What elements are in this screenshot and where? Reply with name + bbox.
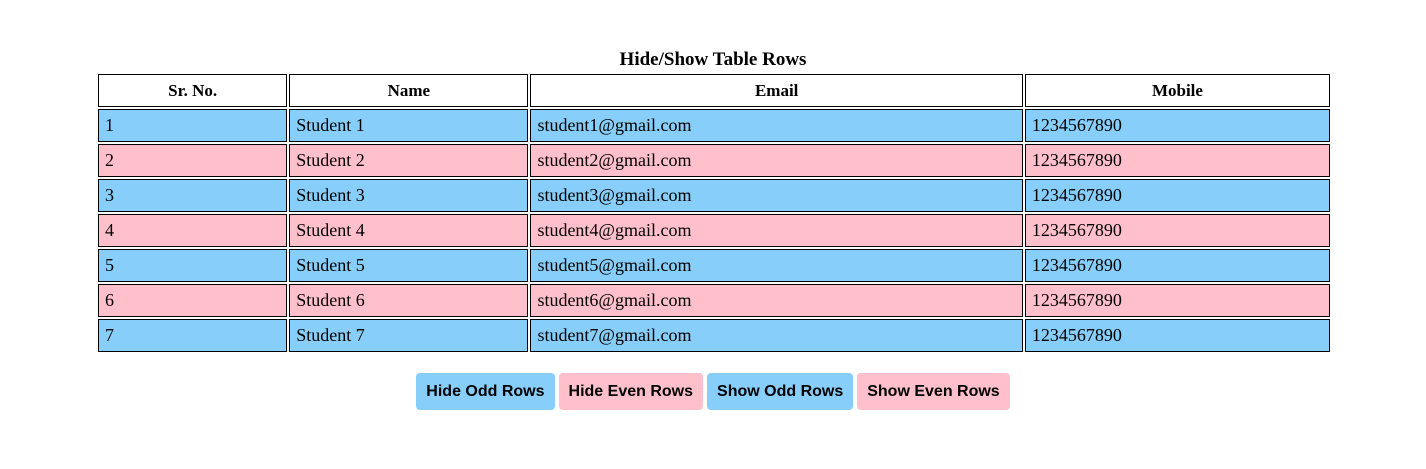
cell-sr-no: 6 [98,284,288,317]
cell-name: Student 3 [289,179,529,212]
cell-email: student2@gmail.com [530,144,1023,177]
cell-name: Student 7 [289,319,529,352]
header-email: Email [530,74,1023,107]
cell-email: student7@gmail.com [530,319,1023,352]
cell-sr-no: 4 [98,214,288,247]
button-bar: Hide Odd Rows Hide Even Rows Show Odd Ro… [0,373,1426,410]
cell-email: student3@gmail.com [530,179,1023,212]
table-caption: Hide/Show Table Rows [619,49,807,70]
table-header-row: Sr. No. Name Email Mobile [98,74,1330,107]
cell-email: student1@gmail.com [530,109,1023,142]
cell-mobile: 1234567890 [1024,319,1330,352]
cell-name: Student 2 [289,144,529,177]
cell-mobile: 1234567890 [1024,109,1330,142]
cell-sr-no: 7 [98,319,288,352]
cell-mobile: 1234567890 [1024,214,1330,247]
header-mobile: Mobile [1024,74,1330,107]
students-table: Sr. No. Name Email Mobile 1 Student 1 st… [96,72,1332,354]
cell-name: Student 1 [289,109,529,142]
cell-sr-no: 3 [98,179,288,212]
show-odd-rows-button[interactable]: Show Odd Rows [707,373,854,410]
table-row: 5 Student 5 student5@gmail.com 123456789… [98,249,1330,282]
hide-even-rows-button[interactable]: Hide Even Rows [558,373,704,410]
cell-sr-no: 5 [98,249,288,282]
cell-email: student6@gmail.com [530,284,1023,317]
cell-email: student5@gmail.com [530,249,1023,282]
cell-mobile: 1234567890 [1024,179,1330,212]
header-name: Name [289,74,529,107]
hide-odd-rows-button[interactable]: Hide Odd Rows [416,373,555,410]
table-row: 7 Student 7 student7@gmail.com 123456789… [98,319,1330,352]
cell-sr-no: 1 [98,109,288,142]
table-row: 6 Student 6 student6@gmail.com 123456789… [98,284,1330,317]
header-sr-no: Sr. No. [98,74,288,107]
table-row: 1 Student 1 student1@gmail.com 123456789… [98,109,1330,142]
table-row: 4 Student 4 student4@gmail.com 123456789… [98,214,1330,247]
table-row: 2 Student 2 student2@gmail.com 123456789… [98,144,1330,177]
cell-mobile: 1234567890 [1024,284,1330,317]
cell-name: Student 5 [289,249,529,282]
table-row: 3 Student 3 student3@gmail.com 123456789… [98,179,1330,212]
cell-mobile: 1234567890 [1024,144,1330,177]
cell-sr-no: 2 [98,144,288,177]
cell-name: Student 4 [289,214,529,247]
cell-name: Student 6 [289,284,529,317]
cell-mobile: 1234567890 [1024,249,1330,282]
cell-email: student4@gmail.com [530,214,1023,247]
show-even-rows-button[interactable]: Show Even Rows [857,373,1010,410]
